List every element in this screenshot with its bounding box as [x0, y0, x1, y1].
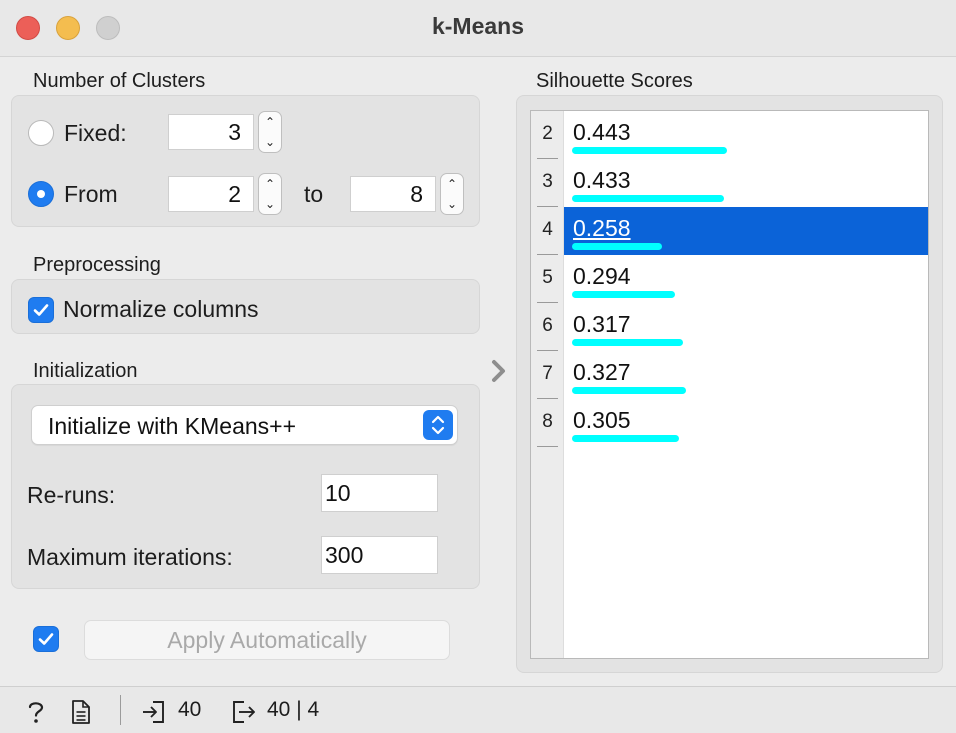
from-clusters-input[interactable]: 2 — [168, 176, 254, 212]
fixed-clusters-stepper[interactable]: ⌃ ⌄ — [258, 111, 282, 153]
score-value: 0.258 — [573, 215, 631, 241]
score-cell[interactable]: 0.443 — [564, 111, 928, 159]
row-number: 2 — [531, 111, 564, 159]
score-cell[interactable]: 0.317 — [564, 303, 928, 351]
row-number: 8 — [531, 399, 564, 447]
score-cell[interactable]: 0.294 — [564, 255, 928, 303]
chevron-up-icon[interactable]: ⌃ — [441, 174, 463, 194]
chevron-down-icon[interactable]: ⌄ — [259, 194, 281, 214]
status-separator — [120, 695, 121, 725]
score-bar — [572, 387, 686, 394]
fixed-label: Fixed: — [64, 120, 127, 146]
row-number: 4 — [531, 207, 564, 255]
table-row[interactable]: 3 0.433 — [531, 159, 928, 207]
score-value: 0.317 — [573, 311, 631, 337]
window-title: k-Means — [431, 13, 525, 39]
output-count: 40 | 4 — [267, 698, 320, 721]
score-cell[interactable]: 0.258 — [564, 207, 928, 255]
table-row[interactable]: 7 0.327 — [531, 351, 928, 399]
reruns-label: Re-runs: — [27, 482, 116, 508]
from-clusters-stepper[interactable]: ⌃ ⌄ — [258, 173, 282, 215]
to-clusters-stepper[interactable]: ⌃ ⌄ — [440, 173, 464, 215]
input-count: 40 — [178, 698, 202, 721]
fixed-clusters-input[interactable]: 3 — [168, 114, 254, 150]
chevron-down-icon[interactable]: ⌄ — [259, 132, 281, 152]
to-label: to — [304, 181, 324, 207]
clusters-section-label: Number of Clusters — [33, 70, 206, 92]
reruns-input[interactable]: 10 — [321, 474, 438, 512]
score-value: 0.443 — [573, 119, 631, 145]
up-down-chevron-icon[interactable] — [423, 410, 453, 440]
table-row[interactable]: 4 0.258 — [531, 207, 928, 255]
table-row[interactable]: 2 0.443 — [531, 111, 928, 159]
score-value: 0.327 — [573, 359, 631, 385]
score-bar — [572, 435, 679, 442]
initialization-method-select[interactable]: Initialize with KMeans++ — [31, 405, 458, 445]
chevron-up-icon[interactable]: ⌃ — [259, 174, 281, 194]
initialization-section-label: Initialization — [33, 360, 138, 382]
score-cell[interactable]: 0.327 — [564, 351, 928, 399]
clusters-box: Fixed: 3 ⌃ ⌄ From 2 ⌃ ⌄ to 8 ⌃ ⌄ — [11, 95, 480, 227]
table-row[interactable]: 6 0.317 — [531, 303, 928, 351]
kmeans-window: k-Means Number of Clusters Fixed: 3 ⌃ ⌄ … — [0, 0, 956, 733]
normalize-checkbox[interactable] — [28, 297, 54, 323]
to-clusters-input[interactable]: 8 — [350, 176, 436, 212]
score-bar — [572, 147, 727, 154]
score-value: 0.433 — [573, 167, 631, 193]
status-bar: 40 40 | 4 — [0, 686, 956, 733]
score-value: 0.305 — [573, 407, 631, 433]
normalize-label: Normalize columns — [63, 296, 259, 322]
preprocessing-section-label: Preprocessing — [33, 254, 161, 276]
from-radio[interactable] — [28, 181, 54, 207]
help-icon[interactable] — [24, 699, 48, 725]
score-cell[interactable]: 0.305 — [564, 399, 928, 447]
score-value: 0.294 — [573, 263, 631, 289]
apply-automatically-checkbox[interactable] — [33, 626, 59, 652]
max-iterations-label: Maximum iterations: — [27, 544, 233, 570]
silhouette-table[interactable]: 2 0.443 3 0.433 4 0.258 5 0.294 6 0.317 7 0.327 8 0.3… — [530, 110, 929, 659]
checkmark-icon — [33, 304, 49, 316]
row-number: 5 — [531, 255, 564, 303]
initialization-method-value: Initialize with KMeans++ — [48, 413, 297, 439]
row-number: 7 — [531, 351, 564, 399]
table-row[interactable]: 8 0.305 — [531, 399, 928, 447]
score-bar — [572, 291, 675, 298]
chevron-up-icon[interactable]: ⌃ — [259, 112, 281, 132]
row-number: 6 — [531, 303, 564, 351]
title-bar: k-Means — [0, 0, 956, 57]
chevron-right-icon[interactable] — [489, 358, 509, 384]
apply-automatically-button[interactable]: Apply Automatically — [84, 620, 450, 660]
score-bar — [572, 195, 724, 202]
score-bar — [572, 339, 683, 346]
max-iterations-input[interactable]: 300 — [321, 536, 438, 574]
output-icon — [233, 701, 255, 723]
checkmark-icon — [38, 633, 54, 645]
fixed-radio[interactable] — [28, 120, 54, 146]
input-icon — [143, 701, 164, 723]
silhouette-section-label: Silhouette Scores — [536, 70, 693, 92]
preprocessing-box: Normalize columns — [11, 279, 480, 334]
row-number: 3 — [531, 159, 564, 207]
chevron-down-icon[interactable]: ⌄ — [441, 194, 463, 214]
score-cell[interactable]: 0.433 — [564, 159, 928, 207]
report-icon[interactable] — [70, 699, 92, 725]
from-label: From — [64, 181, 118, 207]
score-bar — [572, 243, 662, 250]
table-row[interactable]: 5 0.294 — [531, 255, 928, 303]
